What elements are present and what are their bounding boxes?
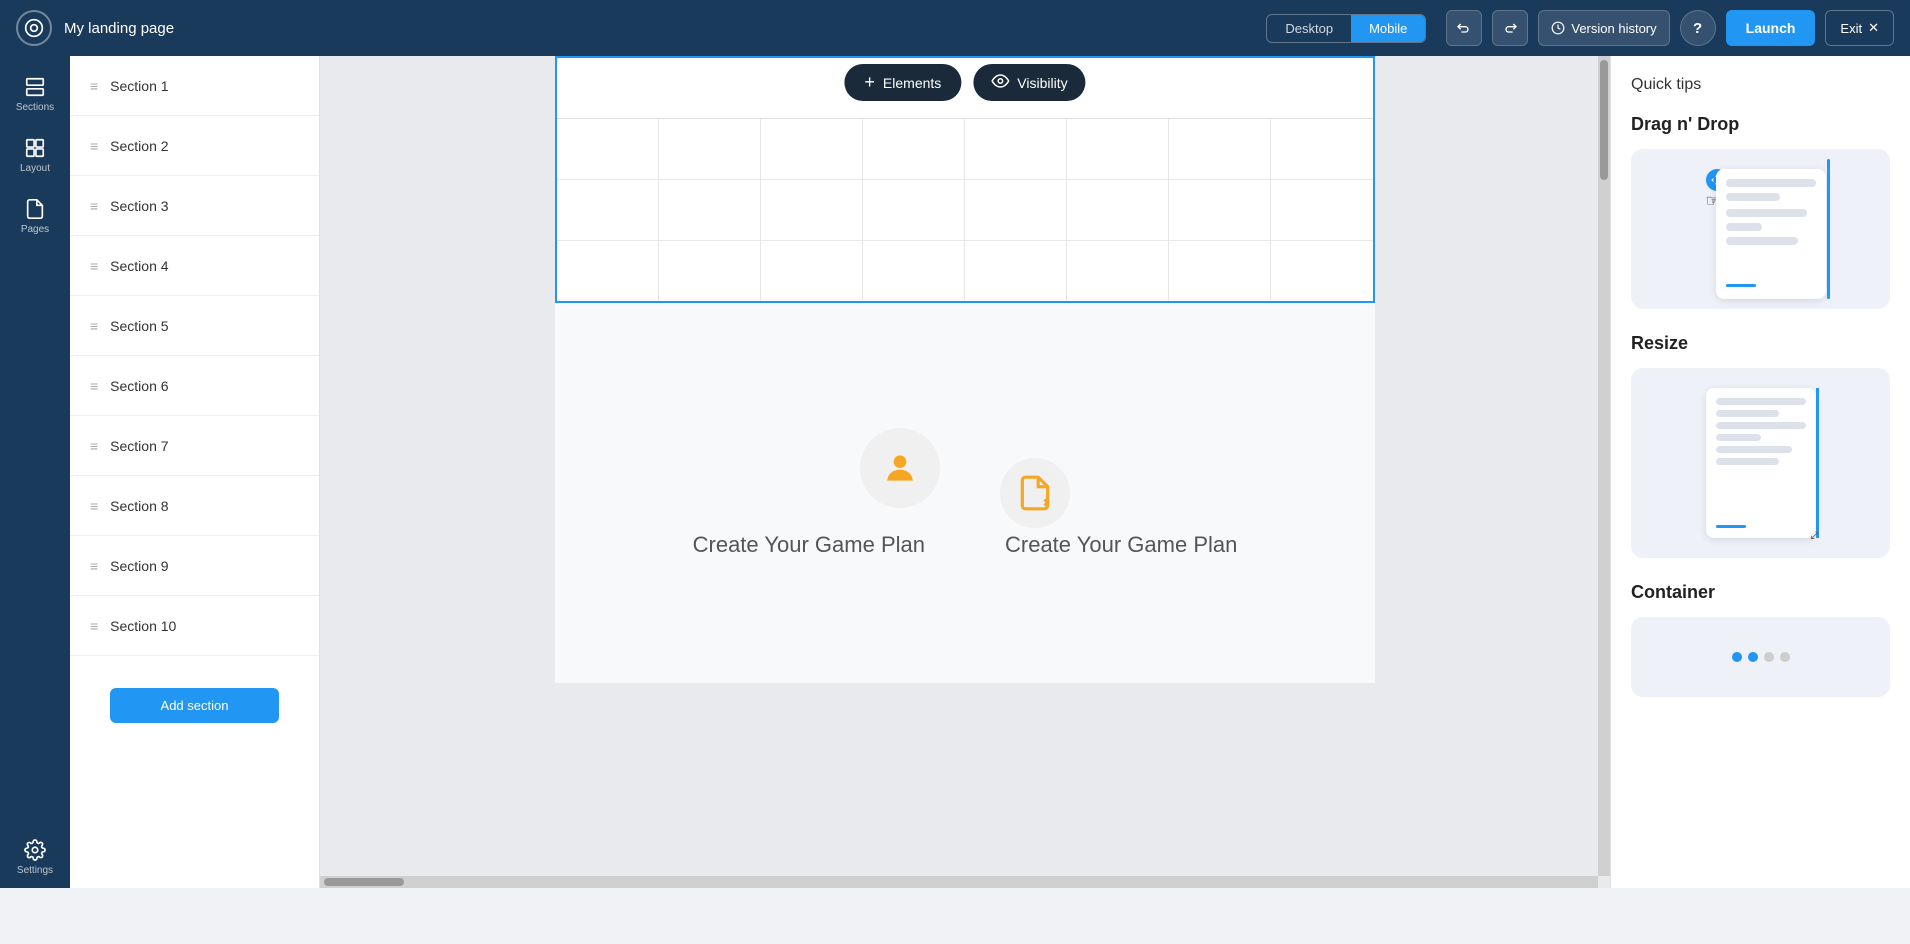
app-logo	[16, 10, 52, 46]
section-label-5: Section 5	[110, 318, 168, 334]
tip-container: Container	[1631, 582, 1890, 697]
canvas-section-1[interactable]: + Elements Visibility	[555, 56, 1375, 303]
exit-button[interactable]: Exit ✕	[1825, 10, 1894, 46]
dot-active-1	[1732, 652, 1742, 662]
close-icon: ✕	[1868, 20, 1879, 36]
canvas-hscrollbar-thumb	[324, 878, 404, 886]
section-item-1[interactable]: ≡ Section 1	[70, 56, 319, 116]
drag-card-mock	[1716, 169, 1826, 299]
add-section-button[interactable]: Add section	[110, 688, 279, 723]
section-text-row: Create Your Game Plan Create Your Game P…	[693, 532, 1238, 558]
drag-handle-icon: ≡	[90, 499, 98, 513]
nav-settings[interactable]: Settings	[0, 827, 70, 888]
tips-panel: Quick tips Drag n' Drop ☞	[1610, 56, 1910, 888]
dot-inactive-1	[1764, 652, 1774, 662]
canvas-section-2[interactable]: Create Your Game Plan Create Your Game P…	[555, 303, 1375, 683]
person-icon-circle	[860, 428, 940, 508]
section-item-6[interactable]: ≡ Section 6	[70, 356, 319, 416]
drag-handle-icon: ≡	[90, 199, 98, 213]
canvas-inner: + Elements Visibility	[320, 56, 1610, 888]
nav-sections[interactable]: Sections	[0, 64, 70, 125]
section-icons-row	[860, 428, 1070, 508]
drag-handle-icon: ≡	[90, 559, 98, 573]
tip-resize: Resize ↔	[1631, 333, 1890, 558]
resize-heading: Resize	[1631, 333, 1890, 354]
nav-layout[interactable]: Layout	[0, 125, 70, 186]
canvas-area: + Elements Visibility	[320, 56, 1610, 888]
canvas-scroll[interactable]: + Elements Visibility	[320, 56, 1610, 888]
resize-illustration: ↔	[1631, 368, 1890, 558]
section-label-9: Section 9	[110, 558, 168, 574]
visibility-button[interactable]: Visibility	[973, 64, 1085, 101]
section-label-2: Section 2	[110, 138, 168, 154]
help-button[interactable]: ?	[1680, 10, 1716, 46]
app-header: My landing page Desktop Mobile Version h…	[0, 0, 1910, 56]
section-toolbar: + Elements Visibility	[844, 64, 1085, 101]
icon-nav: Sections Layout Pages Settings	[0, 56, 70, 888]
drag-handle-icon: ≡	[90, 319, 98, 333]
drag-handle-icon: ≡	[90, 379, 98, 393]
section-label-8: Section 8	[110, 498, 168, 514]
eye-icon	[991, 72, 1009, 93]
desktop-view-button[interactable]: Desktop	[1267, 15, 1351, 42]
header-actions: Version history ? Launch Exit ✕	[1446, 10, 1894, 46]
container-dots	[1732, 652, 1790, 662]
redo-button[interactable]	[1492, 10, 1528, 46]
main-container: Sections Layout Pages Settings	[0, 56, 1910, 888]
sections-panel: ≡ Section 1 ≡ Section 2 ≡ Section 3 ≡ Se…	[70, 56, 320, 888]
game-plan-left-text: Create Your Game Plan	[693, 532, 925, 558]
section-label-10: Section 10	[110, 618, 176, 634]
drag-drop-heading: Drag n' Drop	[1631, 114, 1890, 135]
drag-handle-icon: ≡	[90, 79, 98, 93]
section-item-7[interactable]: ≡ Section 7	[70, 416, 319, 476]
section-label-1: Section 1	[110, 78, 168, 94]
section-item-5[interactable]: ≡ Section 5	[70, 296, 319, 356]
nav-pages[interactable]: Pages	[0, 186, 70, 247]
dot-active-2	[1748, 652, 1758, 662]
section-label-6: Section 6	[110, 378, 168, 394]
view-toggle: Desktop Mobile	[1266, 14, 1426, 43]
container-illustration	[1631, 617, 1890, 697]
section-item-9[interactable]: ≡ Section 9	[70, 536, 319, 596]
launch-button[interactable]: Launch	[1726, 10, 1816, 46]
drag-handle-icon: ≡	[90, 259, 98, 273]
version-history-button[interactable]: Version history	[1538, 10, 1669, 46]
undo-button[interactable]	[1446, 10, 1482, 46]
game-plan-right-text: Create Your Game Plan	[1005, 532, 1237, 558]
elements-button[interactable]: + Elements	[844, 64, 961, 101]
drag-handle-icon: ≡	[90, 139, 98, 153]
resize-border-accent	[1816, 388, 1819, 538]
canvas-horizontal-scrollbar[interactable]	[320, 876, 1598, 888]
drag-border-accent	[1827, 159, 1830, 299]
section-item-2[interactable]: ≡ Section 2	[70, 116, 319, 176]
canvas-scrollbar-thumb	[1600, 60, 1608, 180]
container-heading: Container	[1631, 582, 1890, 603]
tips-title: Quick tips	[1631, 76, 1890, 94]
section-label-4: Section 4	[110, 258, 168, 274]
section-label-7: Section 7	[110, 438, 168, 454]
tip-drag-drop: Drag n' Drop ☞	[1631, 114, 1890, 309]
section-item-3[interactable]: ≡ Section 3	[70, 176, 319, 236]
dot-inactive-2	[1780, 652, 1790, 662]
section-item-4[interactable]: ≡ Section 4	[70, 236, 319, 296]
drag-handle-icon: ≡	[90, 439, 98, 453]
section-item-8[interactable]: ≡ Section 8	[70, 476, 319, 536]
section-label-3: Section 3	[110, 198, 168, 214]
drag-drop-illustration: ☞	[1631, 149, 1890, 309]
canvas-vertical-scrollbar[interactable]	[1598, 56, 1610, 876]
resize-card-mock: ↔	[1706, 388, 1816, 538]
mobile-view-button[interactable]: Mobile	[1351, 15, 1425, 42]
drag-handle-icon: ≡	[90, 619, 98, 633]
page-title: My landing page	[64, 20, 665, 37]
section-item-10[interactable]: ≡ Section 10	[70, 596, 319, 656]
